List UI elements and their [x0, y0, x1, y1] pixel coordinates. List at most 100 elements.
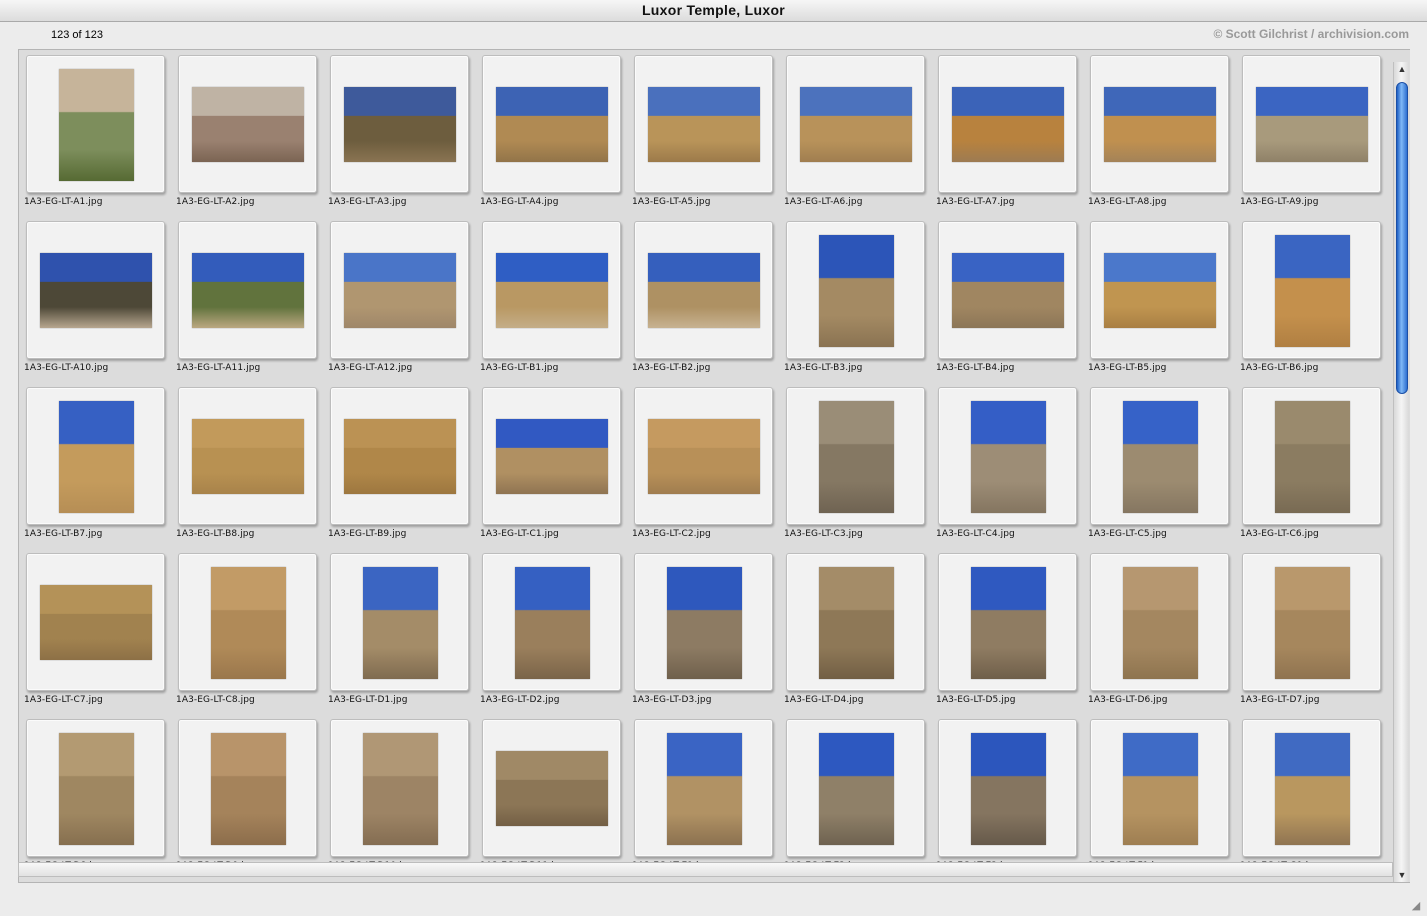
slide-mount[interactable] [482, 719, 621, 857]
photo-thumbnail[interactable] [819, 733, 894, 845]
slide-mount[interactable] [1242, 55, 1381, 193]
thumbnail-item[interactable]: 1A3-EG-LT-D7.jpg [1240, 553, 1388, 719]
thumbnail-item[interactable]: 1A3-EG-LT-C1.jpg [480, 387, 628, 553]
thumbnail-item[interactable]: 1A3-EG-LT-B5.jpg [1088, 221, 1236, 387]
thumbnail-item[interactable]: 1A3-EG-LT-B2.jpg [632, 221, 780, 387]
slide-mount[interactable] [938, 553, 1077, 691]
photo-thumbnail[interactable] [211, 567, 286, 679]
slide-mount[interactable] [786, 55, 925, 193]
photo-thumbnail[interactable] [192, 87, 304, 162]
photo-thumbnail[interactable] [496, 419, 608, 494]
slide-mount[interactable] [330, 719, 469, 857]
thumbnail-item[interactable]: 1A3-EG-LT-C5.jpg [1088, 387, 1236, 553]
photo-thumbnail[interactable] [363, 567, 438, 679]
thumbnail-item[interactable]: 1A3-EG-LT-C3.jpg [784, 387, 932, 553]
thumbnail-item[interactable]: 1A3-EG-LT-A7.jpg [936, 55, 1084, 221]
slide-mount[interactable] [938, 55, 1077, 193]
thumbnail-item[interactable]: 1A3-EG-LT-D3.jpg [632, 553, 780, 719]
thumbnail-item[interactable]: 1A3-EG-LT-B8.jpg [176, 387, 324, 553]
photo-thumbnail[interactable] [971, 401, 1046, 513]
photo-thumbnail[interactable] [819, 235, 894, 347]
scroll-down-arrow-icon[interactable]: ▼ [1394, 868, 1410, 882]
photo-thumbnail[interactable] [667, 567, 742, 679]
slide-mount[interactable] [482, 553, 621, 691]
photo-thumbnail[interactable] [211, 733, 286, 845]
photo-thumbnail[interactable] [648, 419, 760, 494]
slide-mount[interactable] [26, 55, 165, 193]
thumbnail-item[interactable]: 1A3-EG-LT-D10.jpg [328, 719, 476, 879]
slide-mount[interactable] [634, 55, 773, 193]
photo-thumbnail[interactable] [496, 751, 608, 826]
slide-mount[interactable] [330, 387, 469, 525]
slide-mount[interactable] [1090, 55, 1229, 193]
slide-mount[interactable] [938, 719, 1077, 857]
slide-mount[interactable] [786, 719, 925, 857]
slide-mount[interactable] [178, 221, 317, 359]
photo-thumbnail[interactable] [648, 253, 760, 328]
thumbnail-item[interactable]: 1A3-EG-LT-E2.jpg [784, 719, 932, 879]
photo-thumbnail[interactable] [1104, 87, 1216, 162]
thumbnail-item[interactable]: 1A3-EG-LT-C6.jpg [1240, 387, 1388, 553]
photo-thumbnail[interactable] [1123, 733, 1198, 845]
photo-thumbnail[interactable] [1123, 401, 1198, 513]
slide-mount[interactable] [634, 221, 773, 359]
thumbnail-item[interactable]: 1A3-EG-LT-A9.jpg [1240, 55, 1388, 221]
slide-mount[interactable] [634, 387, 773, 525]
photo-thumbnail[interactable] [819, 401, 894, 513]
thumbnail-item[interactable]: 1A3-EG-LT-B7.jpg [24, 387, 172, 553]
thumbnail-item[interactable]: 1A3-EG-LT-A8.jpg [1088, 55, 1236, 221]
photo-thumbnail[interactable] [819, 567, 894, 679]
horizontal-scrollbar[interactable] [18, 862, 1393, 877]
photo-thumbnail[interactable] [192, 253, 304, 328]
photo-thumbnail[interactable] [1104, 253, 1216, 328]
slide-mount[interactable] [1090, 221, 1229, 359]
photo-thumbnail[interactable] [1275, 401, 1350, 513]
photo-thumbnail[interactable] [344, 253, 456, 328]
photo-thumbnail[interactable] [952, 87, 1064, 162]
slide-mount[interactable] [26, 553, 165, 691]
slide-mount[interactable] [330, 553, 469, 691]
photo-thumbnail[interactable] [1256, 87, 1368, 162]
slide-mount[interactable] [938, 221, 1077, 359]
photo-thumbnail[interactable] [1275, 567, 1350, 679]
thumbnail-item[interactable]: 1A3-EG-LT-A2.jpg [176, 55, 324, 221]
slide-mount[interactable] [1242, 387, 1381, 525]
photo-thumbnail[interactable] [40, 253, 152, 328]
slide-mount[interactable] [330, 221, 469, 359]
photo-thumbnail[interactable] [192, 419, 304, 494]
thumbnail-item[interactable]: 1A3-EG-LT-D11.jpg [480, 719, 628, 879]
photo-thumbnail[interactable] [648, 87, 760, 162]
thumbnail-item[interactable]: 1A3-EG-LT-B1.jpg [480, 221, 628, 387]
thumbnail-item[interactable]: 1A3-EG-LT-B6.jpg [1240, 221, 1388, 387]
thumbnail-item[interactable]: 1A3-EG-LT-E3.jpg [936, 719, 1084, 879]
photo-thumbnail[interactable] [59, 733, 134, 845]
thumbnail-item[interactable]: 1A3-EG-LT-C4.jpg [936, 387, 1084, 553]
thumbnail-item[interactable]: 1A3-EG-LT-A10.jpg [24, 221, 172, 387]
photo-thumbnail[interactable] [515, 567, 590, 679]
photo-thumbnail[interactable] [1123, 567, 1198, 679]
thumbnail-item[interactable]: 1A3-EG-LT-D8.jpg [24, 719, 172, 879]
scrollbar-thumb[interactable] [1396, 82, 1408, 394]
thumbnail-item[interactable]: 1A3-EG-LT-A3.jpg [328, 55, 476, 221]
thumbnail-item[interactable]: 1A3-EG-LT-D5.jpg [936, 553, 1084, 719]
thumbnail-item[interactable]: 1A3-EG-LT-D4.jpg [784, 553, 932, 719]
slide-mount[interactable] [1090, 553, 1229, 691]
thumbnail-item[interactable]: 1A3-EG-LT-C2.jpg [632, 387, 780, 553]
slide-mount[interactable] [1242, 221, 1381, 359]
slide-mount[interactable] [1242, 719, 1381, 857]
thumbnail-item[interactable]: 1A3-EG-LT-G1.jpg [1240, 719, 1388, 879]
thumbnail-item[interactable]: 1A3-EG-LT-D2.jpg [480, 553, 628, 719]
photo-thumbnail[interactable] [363, 733, 438, 845]
vertical-scrollbar[interactable]: ▲ ▼ [1393, 62, 1409, 882]
slide-mount[interactable] [178, 387, 317, 525]
photo-thumbnail[interactable] [971, 733, 1046, 845]
photo-thumbnail[interactable] [59, 69, 134, 181]
slide-mount[interactable] [1090, 387, 1229, 525]
resize-grip-icon[interactable]: ◢ [1409, 899, 1423, 913]
slide-mount[interactable] [178, 55, 317, 193]
thumbnail-item[interactable]: 1A3-EG-LT-B3.jpg [784, 221, 932, 387]
slide-mount[interactable] [482, 55, 621, 193]
scroll-up-arrow-icon[interactable]: ▲ [1394, 62, 1410, 76]
photo-thumbnail[interactable] [40, 585, 152, 660]
thumbnail-item[interactable]: 1A3-EG-LT-A1.jpg [24, 55, 172, 221]
